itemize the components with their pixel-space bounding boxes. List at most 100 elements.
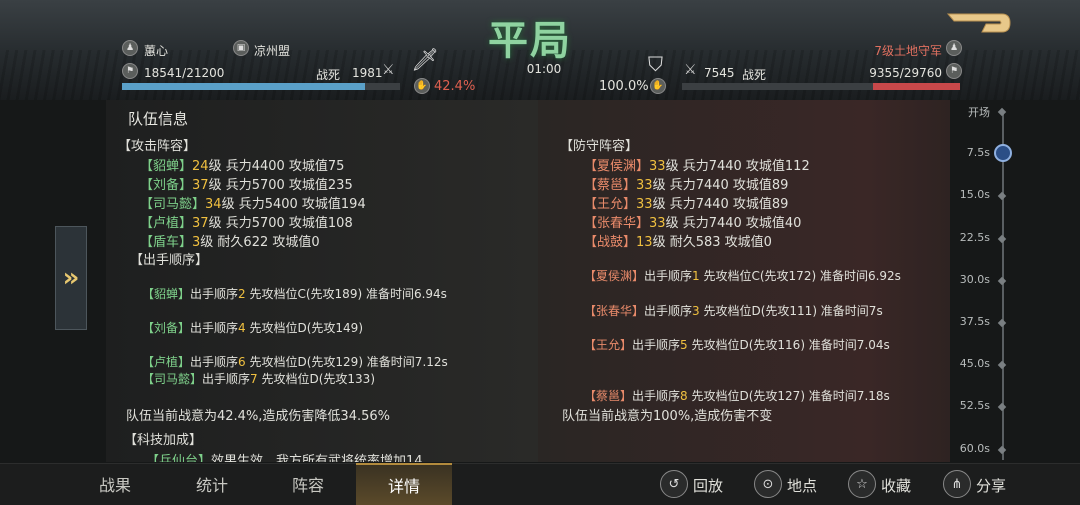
tech-bonus-item: 【兵仙台】效果生效，我方所有武将统率增加14 <box>146 450 423 462</box>
dead-soldier-icon: ⚔ <box>684 62 697 78</box>
general-level: 13 <box>636 235 653 250</box>
star-icon[interactable]: ☆ <box>848 470 876 498</box>
right-morale: 100.0% <box>599 79 649 94</box>
timeline-tick-marker <box>997 234 1007 243</box>
general-name: 【战鼓】 <box>584 235 637 250</box>
tech-name: 【兵仙台】 <box>146 454 212 462</box>
order-row: 【王允】出手顺序5 先攻档位D(先攻116) 准备时间7.04s <box>584 336 890 353</box>
troops-icon: ⚑ <box>122 63 138 79</box>
lineup-row: 【王允】33级 兵力7440 攻城值89 <box>584 193 788 212</box>
order-row: 【司马懿】出手顺序7 先攻档位D(先攻133) <box>142 370 375 387</box>
general-stats: 级 耐久583 攻城值0 <box>652 235 772 250</box>
lineup-row: 【张春华】33级 兵力7440 攻城值40 <box>584 212 801 231</box>
morale-icon: ✋ <box>414 78 430 94</box>
order-row: 【张春华】出手顺序3 先攻档位D(先攻111) 准备时间7s <box>584 302 883 319</box>
timeline-tick-marker <box>997 107 1007 117</box>
general-name: 【张春华】 <box>584 216 650 231</box>
order-label: 出手顺序 <box>190 321 239 335</box>
general-stats: 级 兵力5700 攻城值235 <box>208 178 353 193</box>
share-button[interactable]: 分享 <box>976 475 1006 496</box>
right-killed-count: 7545 <box>704 66 735 80</box>
alliance-icon: ▣ <box>233 40 249 56</box>
order-label: 出手顺序 <box>190 287 239 301</box>
tech-bonus-header: 【科技加成】 <box>124 433 203 448</box>
general-level: 24 <box>192 159 209 174</box>
general-avatar-icon: ♟ <box>946 40 962 56</box>
back-arrow-icon[interactable] <box>946 10 1012 36</box>
order-label: 出手顺序 <box>190 355 239 369</box>
general-level: 33 <box>636 178 653 193</box>
tab-results[interactable]: 战果 <box>66 463 164 505</box>
lineup-row: 【刘备】37级 兵力5700 攻城值235 <box>140 174 353 193</box>
general-level: 37 <box>192 178 209 193</box>
general-name: 【蔡邕】 <box>584 389 633 403</box>
defense-lineup-header: 【防守阵容】 <box>560 139 639 154</box>
timeline-tick-label: 开场 <box>968 106 990 119</box>
order-row: 【蔡邕】出手顺序8 先攻档位D(先攻127) 准备时间7.18s <box>584 387 890 404</box>
general-name: 【王允】 <box>584 197 637 212</box>
order-detail: 先攻档位D(先攻116) 准备时间7.04s <box>687 338 890 352</box>
left-morale-text: 队伍当前战意为42.4%,造成伤害降低34.56% <box>126 409 390 424</box>
timeline-tick-label: 60.0s <box>959 441 990 455</box>
left-killed-count: 1981 <box>352 66 383 80</box>
lineup-row: 【夏侯渊】33级 兵力7440 攻城值112 <box>584 155 810 174</box>
general-stats: 级 兵力5700 攻城值108 <box>208 216 353 231</box>
general-name: 【司马懿】 <box>142 372 203 386</box>
timeline-tick-marker <box>997 445 1007 454</box>
general-name: 【夏侯渊】 <box>584 269 645 283</box>
tab-details[interactable]: 详情 <box>356 463 452 505</box>
order-label: 出手顺序 <box>644 269 693 283</box>
location-pin-icon[interactable]: ⊙ <box>754 470 782 498</box>
lineup-row: 【貂蝉】24级 兵力4400 攻城值75 <box>140 155 344 174</box>
order-row: 【刘备】出手顺序4 先攻档位D(先攻149) <box>142 319 363 336</box>
lineup-row: 【司马懿】34级 兵力5400 攻城值194 <box>140 193 366 212</box>
order-label: 出手顺序 <box>632 338 681 352</box>
order-detail: 先攻档位C(先攻172) 准备时间6.92s <box>699 269 901 283</box>
order-detail: 先攻档位D(先攻129) 准备时间7.12s <box>245 355 448 369</box>
share-icon[interactable]: ⋔ <box>943 470 971 498</box>
timeline-tick-marker <box>997 360 1007 370</box>
timeline-tick-marker <box>997 318 1007 328</box>
location-button[interactable]: 地点 <box>787 475 817 496</box>
tech-effect-text: 效果生效，我方所有武将统率增加14 <box>211 454 423 462</box>
general-name: 【卢植】 <box>140 216 193 231</box>
general-name: 【刘备】 <box>140 178 193 193</box>
right-hp-text: 9355/29760 <box>869 66 942 80</box>
shield-icon: ⛉ <box>648 52 663 76</box>
general-stats: 级 兵力7440 攻城值40 <box>665 216 802 231</box>
order-row: 【卢植】出手顺序6 先攻档位D(先攻129) 准备时间7.12s <box>142 353 448 370</box>
timeline-tick-marker <box>997 192 1007 201</box>
general-stats: 级 耐久622 攻城值0 <box>200 235 320 250</box>
general-name: 【夏侯渊】 <box>584 159 650 174</box>
favorite-button[interactable]: 收藏 <box>881 475 911 496</box>
right-hp-bar <box>682 83 960 90</box>
general-name: 【卢植】 <box>142 355 191 369</box>
lineup-row: 【战鼓】13级 耐久583 攻城值0 <box>584 231 772 250</box>
left-morale: 42.4% <box>434 79 476 94</box>
general-avatar-icon: ♟ <box>122 40 138 56</box>
left-player-name: 蕙心 <box>144 44 169 58</box>
timeline-tick-label: 30.0s <box>959 272 990 286</box>
general-name: 【司马懿】 <box>140 197 206 212</box>
tab-lineup[interactable]: 阵容 <box>260 463 356 505</box>
morale-icon: ✋ <box>650 78 666 94</box>
tab-stats[interactable]: 统计 <box>164 463 260 505</box>
order-label: 出手顺序 <box>632 389 681 403</box>
sword-icon: 🗡 <box>411 48 439 73</box>
order-label: 出手顺序 <box>202 372 251 386</box>
timeline-tick-label: 15.0s <box>959 188 990 202</box>
order-detail: 先攻档位D(先攻127) 准备时间7.18s <box>687 389 890 403</box>
order-row: 【貂蝉】出手顺序2 先攻档位C(先攻189) 准备时间6.94s <box>142 285 447 302</box>
replay-icon[interactable]: ↺ <box>660 470 688 498</box>
right-killed-label: 战死 <box>742 68 767 82</box>
right-morale-text: 队伍当前战意为100%,造成伤害不变 <box>562 409 773 424</box>
lineup-row: 【盾车】3级 耐久622 攻城值0 <box>140 231 320 250</box>
left-killed-label: 战死 <box>316 68 341 82</box>
general-name: 【张春华】 <box>584 304 645 318</box>
general-level: 34 <box>205 197 222 212</box>
left-alliance-name[interactable]: 凉州盟 <box>254 42 290 59</box>
timeline-tick-marker <box>997 403 1007 412</box>
expand-panel-button[interactable]: » <box>55 226 87 330</box>
replay-button[interactable]: 回放 <box>693 475 723 496</box>
timeline-handle[interactable] <box>994 144 1012 162</box>
